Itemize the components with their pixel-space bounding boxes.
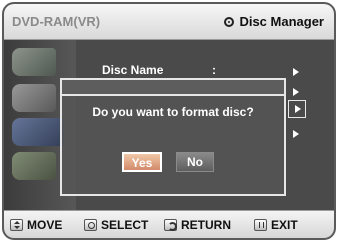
- menu-title-text: Disc Manager: [239, 14, 324, 29]
- no-button[interactable]: No: [176, 152, 214, 172]
- menu-title: Disc Manager: [224, 14, 324, 29]
- return-hint: RETURN: [164, 218, 231, 232]
- enter-icon: [84, 219, 97, 231]
- chevron-right-icon[interactable]: [293, 88, 299, 96]
- up-down-arrows-icon: [10, 219, 23, 231]
- footer-help-bar: MOVE SELECT RETURN EXIT: [4, 210, 334, 238]
- return-label: RETURN: [181, 218, 231, 232]
- disc-manager-icon[interactable]: [12, 48, 56, 76]
- select-hint: SELECT: [84, 218, 148, 232]
- disc-name-field[interactable]: [62, 80, 284, 96]
- dialog-message: Do you want to format disc?: [92, 105, 254, 119]
- disc-navigation-icon[interactable]: [12, 118, 64, 146]
- disc-type-label: DVD-RAM(VR): [12, 14, 101, 29]
- move-hint: MOVE: [10, 218, 62, 232]
- chevron-right-icon[interactable]: [293, 130, 299, 138]
- osd-menu-screen: DVD-RAM(VR) Disc Manager Disc Name : Do …: [2, 2, 336, 240]
- selected-menu-row-arrow[interactable]: [288, 100, 306, 118]
- exit-icon: [254, 219, 267, 231]
- disc-name-separator: :: [212, 63, 216, 77]
- setup-icon[interactable]: [12, 152, 56, 180]
- format-confirm-dialog: Do you want to format disc? Yes No: [60, 78, 286, 196]
- yes-button[interactable]: Yes: [122, 152, 162, 172]
- move-label: MOVE: [27, 218, 63, 232]
- chevron-right-icon[interactable]: [293, 68, 299, 76]
- disc-name-label: Disc Name: [102, 63, 164, 77]
- exit-label: EXIT: [271, 218, 298, 232]
- programme-icon[interactable]: [12, 84, 56, 112]
- return-icon: [164, 219, 177, 231]
- exit-hint: EXIT: [254, 218, 298, 232]
- menu-content: Disc Name : Do you want to format disc? …: [4, 40, 334, 210]
- select-label: SELECT: [101, 218, 149, 232]
- chevron-right-icon: [295, 105, 301, 113]
- header-bar: DVD-RAM(VR) Disc Manager: [4, 4, 334, 40]
- disc-icon: [224, 17, 235, 27]
